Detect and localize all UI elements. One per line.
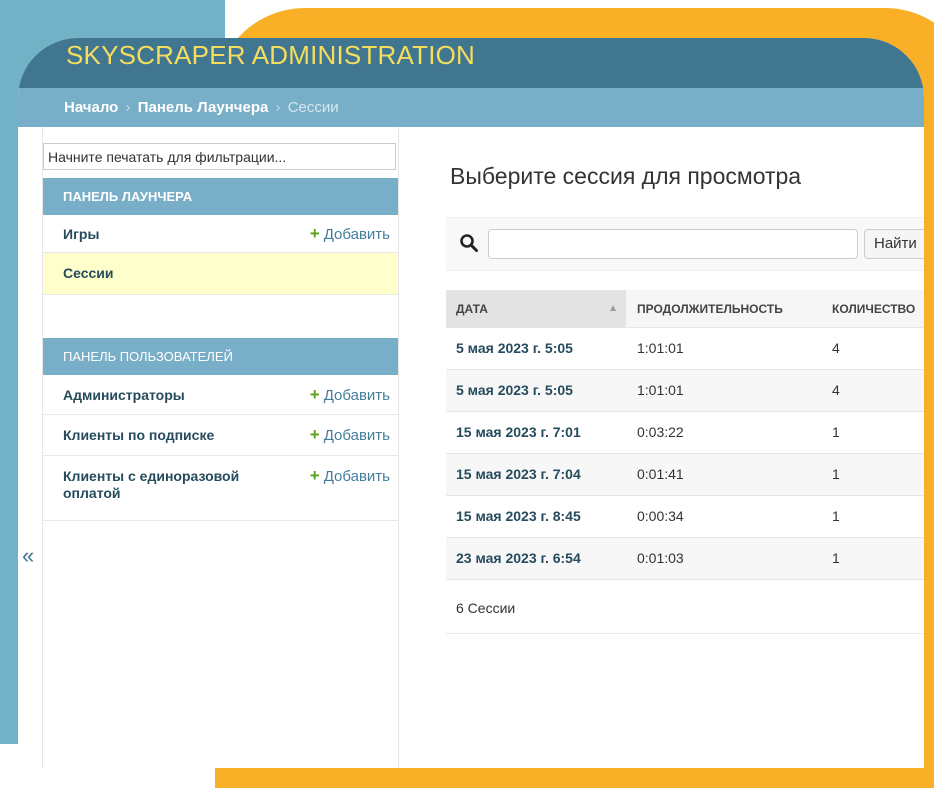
session-date-link[interactable]: 5 мая 2023 г. 5:05 [456,370,573,410]
breadcrumb-separator: › [275,99,281,116]
breadcrumb-section[interactable]: Панель Лаунчера [138,99,269,116]
search-button[interactable]: Найти [864,229,924,259]
plus-icon: + [309,385,320,404]
table-row: 5 мая 2023 г. 5:05 1:01:01 4 [446,328,924,370]
page-title: Выберите сессия для просмотра [450,163,802,189]
search-input[interactable] [488,229,858,259]
breadcrumb: Начало › Панель Лаунчера › Сессии [18,88,924,127]
duration-cell: 1:01:01 [637,382,684,398]
add-link[interactable]: + Добавить [310,466,390,486]
breadcrumb-current: Сессии [287,99,339,116]
sidebar-item-label[interactable]: Игры [63,226,99,242]
result-count: 6 Сессии [446,582,924,634]
column-header-duration[interactable]: Продолжительность [626,290,822,328]
sidebar-item-admins[interactable]: Администраторы + Добавить [43,375,398,415]
session-date-link[interactable]: 23 мая 2023 г. 6:54 [456,538,581,578]
session-date-link[interactable]: 15 мая 2023 г. 8:45 [456,496,581,536]
header: SKYSCRAPER ADMINISTRATION [18,38,924,88]
sort-ascending-icon[interactable]: ▲ [608,290,618,327]
sidebar: Панель Лаунчера Игры +Добавить Сессии Па… [42,127,399,768]
duration-cell: 0:01:41 [637,466,684,482]
plus-icon: + [309,466,320,485]
count-cell: 4 [832,382,840,398]
column-header-date[interactable]: Дата ▲ [446,290,626,328]
session-date-link[interactable]: 5 мая 2023 г. 5:05 [456,328,573,368]
table-row: 15 мая 2023 г. 7:04 0:01:41 1 [446,454,924,496]
duration-cell: 1:01:01 [637,340,684,356]
sidebar-item-onetime-clients[interactable]: Клиенты с единоразовой оплатой + Добавить [43,456,398,521]
sidebar-collapse-button[interactable]: « [22,543,34,569]
breadcrumb-separator: › [125,99,131,116]
duration-cell: 0:00:34 [637,508,684,524]
breadcrumb-home[interactable]: Начало [64,99,118,116]
table-row: 23 мая 2023 г. 6:54 0:01:03 1 [446,538,924,580]
column-header-count[interactable]: Количество [822,290,924,328]
table-row: 5 мая 2023 г. 5:05 1:01:01 4 [446,370,924,412]
module-caption-launcher[interactable]: Панель Лаунчера [43,178,398,215]
sidebar-filter-input[interactable] [43,143,396,170]
table-row: 15 мая 2023 г. 8:45 0:00:34 1 [446,496,924,538]
module-caption-users[interactable]: Панель пользователей [43,338,398,375]
table-row: 15 мая 2023 г. 7:01 0:03:22 1 [446,412,924,454]
count-cell: 1 [832,550,840,566]
sidebar-item-label[interactable]: Клиенты с единоразовой оплатой [63,468,273,502]
sidebar-item-subscription-clients[interactable]: Клиенты по подписке + Добавить [43,415,398,456]
site-title[interactable]: SKYSCRAPER ADMINISTRATION [66,40,475,71]
duration-cell: 0:03:22 [637,424,684,440]
duration-cell: 0:01:03 [637,550,684,566]
count-cell: 1 [832,424,840,440]
sidebar-item-label[interactable]: Клиенты по подписке [63,427,214,443]
plus-icon: + [309,224,320,243]
add-link[interactable]: + Добавить [310,224,390,244]
sidebar-item-sessions[interactable]: Сессии [43,253,398,295]
add-link[interactable]: + Добавить [310,425,390,445]
add-link[interactable]: + Добавить [310,385,390,405]
session-date-link[interactable]: 15 мая 2023 г. 7:04 [456,454,581,494]
plus-icon: + [309,425,320,444]
sidebar-item-label[interactable]: Сессии [63,265,114,281]
sidebar-item-games[interactable]: Игры + Добавить [43,215,398,253]
session-date-link[interactable]: 15 мая 2023 г. 7:01 [456,412,581,452]
count-cell: 1 [832,508,840,524]
count-cell: 1 [832,466,840,482]
admin-window: SKYSCRAPER ADMINISTRATION Начало › Панел… [18,38,924,768]
count-cell: 4 [832,340,840,356]
search-toolbar: Найти [446,217,924,271]
search-icon [460,234,478,252]
sidebar-item-label[interactable]: Администраторы [63,387,185,403]
